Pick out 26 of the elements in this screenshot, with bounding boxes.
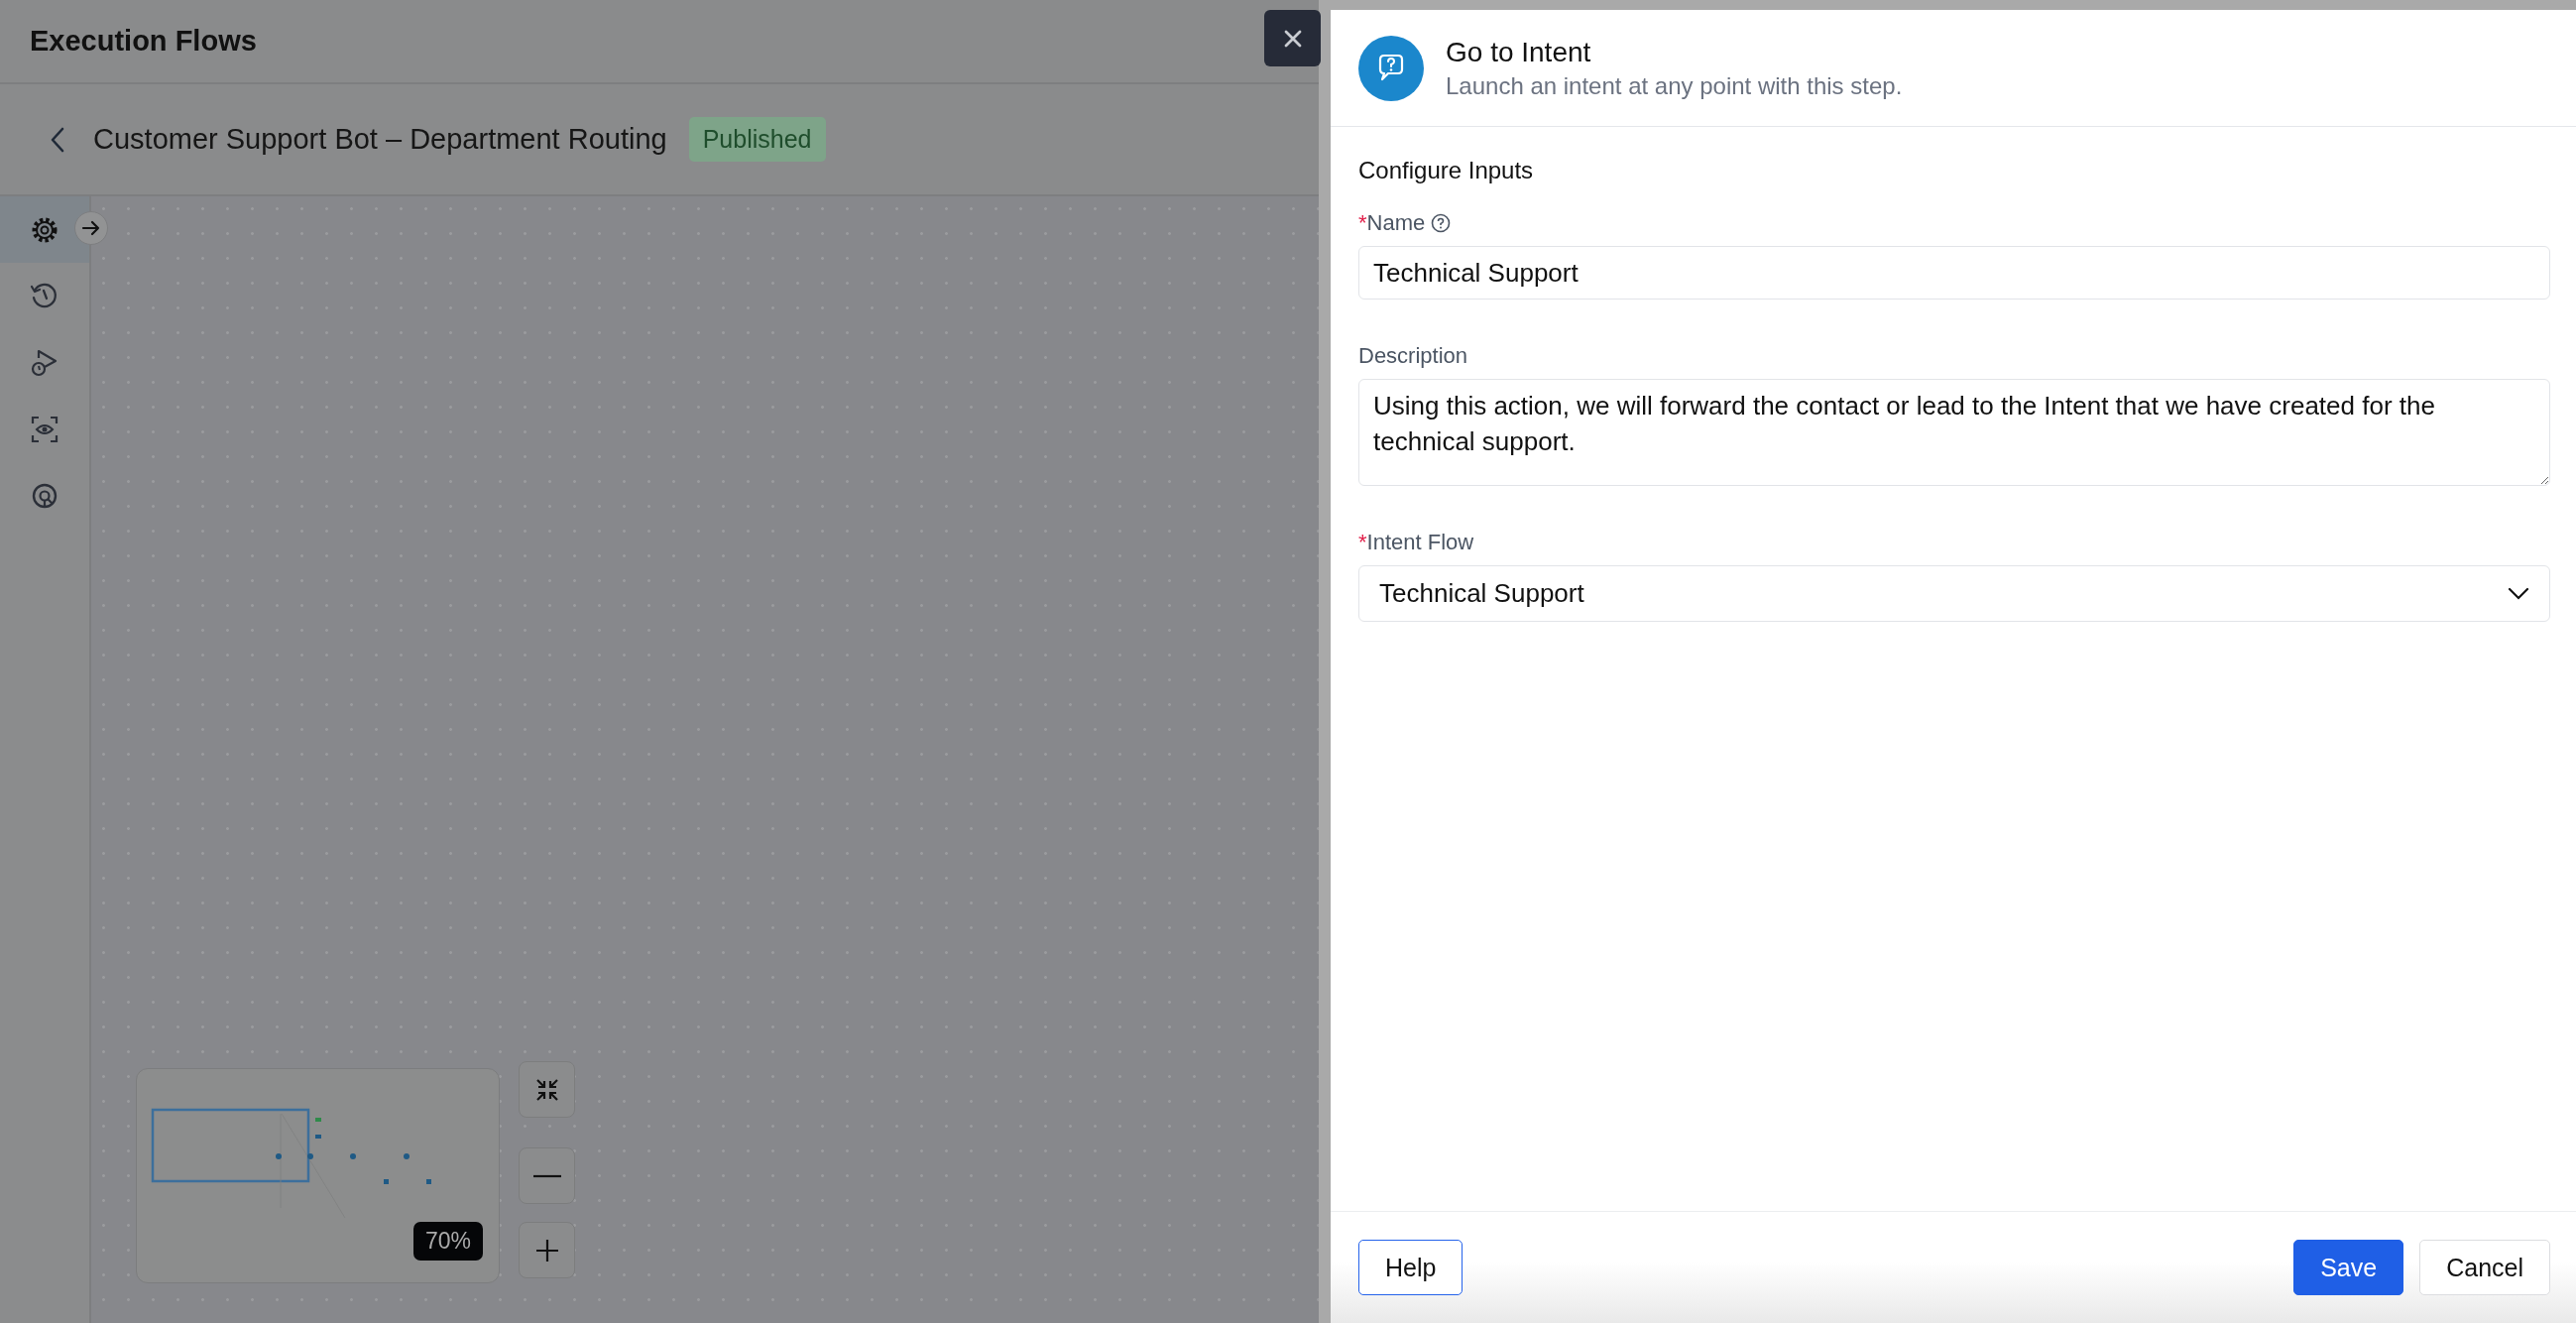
chevron-down-icon	[2508, 586, 2529, 601]
panel-title: Go to Intent	[1446, 36, 1592, 68]
close-button[interactable]	[1264, 10, 1321, 66]
field-label: *Name	[1358, 210, 1426, 236]
textarea-field[interactable]: Using this action, we will forward the contact or lead to the Intent that we have created for the technical support.	[1358, 379, 2550, 486]
field-label: Description	[1358, 343, 1468, 369]
arrow-right-icon	[81, 220, 101, 236]
flow-title: Customer Support Bot – Department Routing	[93, 123, 667, 156]
fit-view-button[interactable]	[519, 1061, 575, 1118]
zoom-level: 70%	[412, 1222, 483, 1261]
sidebar-item[interactable]	[0, 196, 89, 263]
save-button[interactable]: Save	[2293, 1240, 2404, 1295]
chevron-left-icon	[50, 125, 65, 154]
input-field[interactable]: Technical Support	[1358, 246, 2550, 300]
cancel-button[interactable]: Cancel	[2419, 1240, 2550, 1295]
panel-subtitle: Launch an intent at any point with this step.	[1446, 71, 1903, 100]
section-title: Configure Inputs	[1358, 157, 1535, 184]
help-button[interactable]: Help	[1358, 1240, 1464, 1295]
field-label: *Intent Flow	[1358, 530, 1474, 555]
zoom-in-button[interactable]	[519, 1222, 575, 1278]
minus-icon	[532, 1173, 561, 1178]
intent-chat-icon	[1358, 35, 1424, 101]
close-icon	[1282, 28, 1303, 49]
dropdown-field[interactable]: Technical Support	[1358, 565, 2550, 622]
page-title: Execution Flows	[30, 25, 257, 58]
status-badge: Published	[688, 117, 826, 162]
